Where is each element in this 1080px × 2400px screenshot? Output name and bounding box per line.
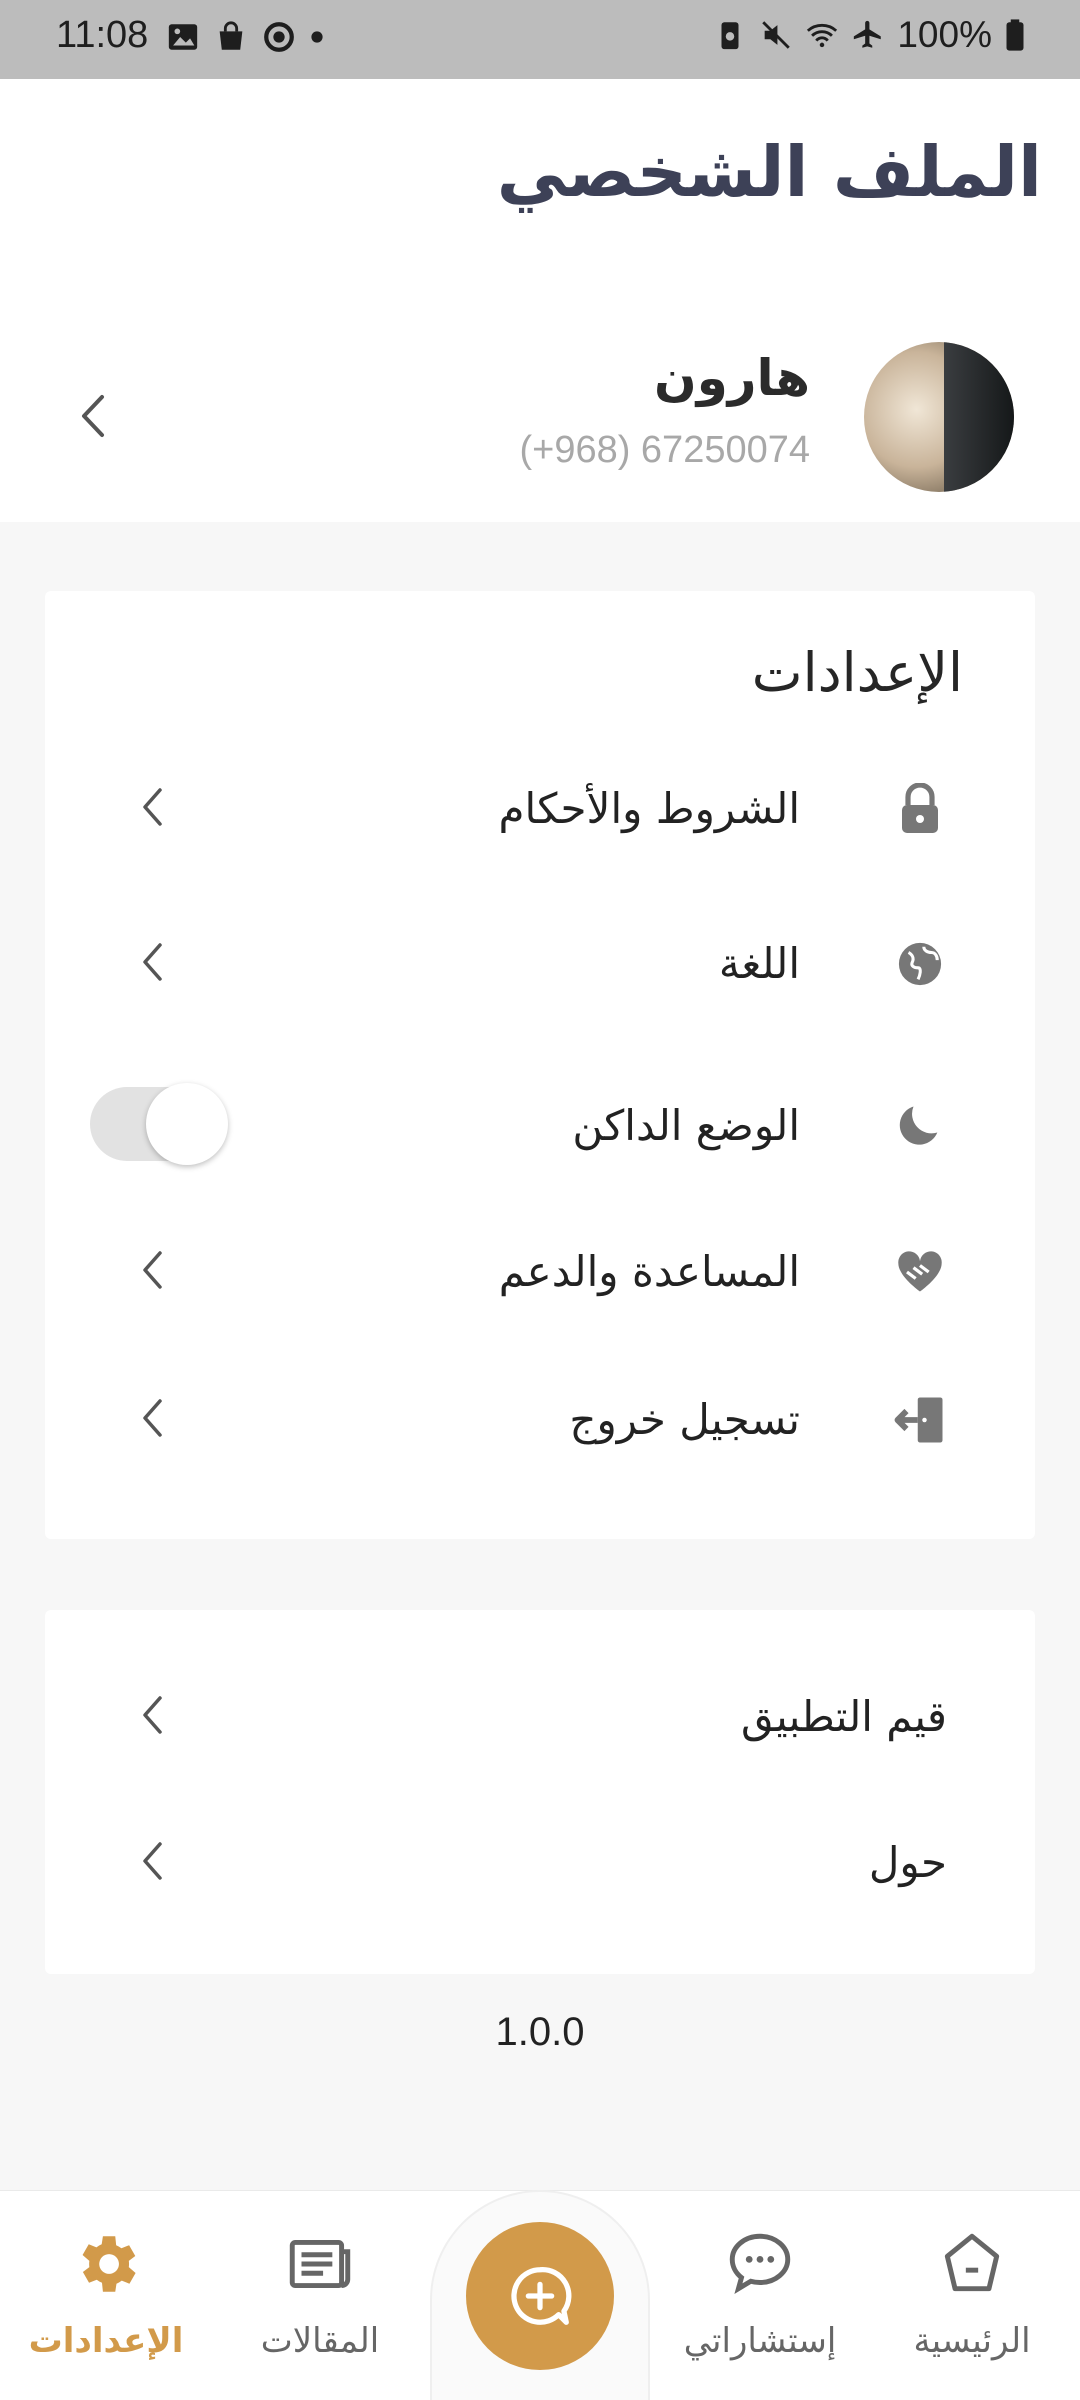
chevron-left-icon xyxy=(143,788,162,826)
chevron-left-icon xyxy=(143,943,162,981)
settings-item-terms[interactable]: الشروط والأحكام xyxy=(45,748,1035,868)
home-icon xyxy=(944,2233,1000,2292)
settings-item-label: اللغة xyxy=(718,939,800,988)
gear-icon xyxy=(82,2236,136,2292)
dot-icon xyxy=(311,31,323,43)
status-right: 100% xyxy=(713,14,1026,56)
settings-card: الإعدادات الشروط والأحكام اللغة الوضع ال… xyxy=(45,591,1035,1539)
logout-icon xyxy=(893,1393,947,1447)
about-item-about[interactable]: حول xyxy=(45,1802,1035,1922)
nav-item-settings[interactable]: الإعدادات xyxy=(6,2191,206,2400)
chevron-left-icon xyxy=(143,1399,162,1437)
battery-icon xyxy=(1006,19,1024,51)
settings-item-dark-mode: الوضع الداكن xyxy=(45,1065,1035,1185)
airplane-icon xyxy=(854,20,882,48)
status-left-icons xyxy=(166,20,324,54)
globe-icon xyxy=(893,937,947,991)
handshake-heart-icon xyxy=(893,1245,947,1299)
profile-name: هارون xyxy=(654,349,810,407)
chevron-left-icon xyxy=(143,1696,162,1734)
sync-icon xyxy=(264,22,294,52)
settings-item-language[interactable]: اللغة xyxy=(45,903,1035,1023)
about-card: قيم التطبيق حول xyxy=(45,1610,1035,1974)
newspaper-icon xyxy=(289,2239,351,2289)
wifi-icon xyxy=(807,23,838,48)
profile-header: الملف الشخصي هارون (+968) 67250074 xyxy=(0,79,1080,522)
battery-percent: 100% xyxy=(897,14,992,55)
moon-icon xyxy=(893,1099,947,1153)
profile-phone: (+968) 67250074 xyxy=(519,429,810,471)
app-version: 1.0.0 xyxy=(495,2010,585,2054)
status-bar: 11:08 100% xyxy=(0,0,1080,79)
about-item-label: قيم التطبيق xyxy=(740,1692,947,1741)
about-item-label: حول xyxy=(868,1838,947,1887)
settings-item-label: تسجيل خروج xyxy=(569,1395,800,1444)
page-title: الملف الشخصي xyxy=(496,131,1042,213)
chat-bubble-icon xyxy=(729,2233,791,2294)
settings-section-title: الإعدادات xyxy=(751,641,963,704)
settings-item-label: الوضع الداكن xyxy=(572,1101,800,1150)
bag-icon xyxy=(219,21,243,50)
nav-item-consultations[interactable]: إستشاراتي xyxy=(660,2191,860,2400)
nav-item-articles[interactable]: المقالات xyxy=(220,2191,420,2400)
status-time: 11:08 xyxy=(56,14,149,56)
battery-saver-icon xyxy=(721,22,739,50)
nav-label: الرئيسية xyxy=(913,2321,1031,2361)
dark-mode-toggle[interactable] xyxy=(90,1083,228,1165)
add-chat-icon xyxy=(511,2267,572,2325)
about-item-rate-app[interactable]: قيم التطبيق xyxy=(45,1656,1035,1776)
settings-item-help-support[interactable]: المساعدة والدعم xyxy=(45,1211,1035,1331)
nav-label: المقالات xyxy=(260,2321,380,2361)
lock-icon xyxy=(893,782,947,836)
mute-icon xyxy=(762,21,791,49)
image-icon xyxy=(168,24,198,50)
settings-item-logout[interactable]: تسجيل خروج xyxy=(45,1359,1035,1479)
settings-item-label: المساعدة والدعم xyxy=(498,1247,800,1296)
avatar[interactable] xyxy=(864,342,1014,492)
nav-label: إستشاراتي xyxy=(683,2321,837,2361)
new-consultation-button[interactable] xyxy=(466,2222,614,2370)
chevron-left-icon xyxy=(143,1251,162,1289)
settings-item-label: الشروط والأحكام xyxy=(498,784,800,833)
profile-chevron-icon[interactable] xyxy=(78,393,108,439)
chevron-left-icon xyxy=(143,1842,162,1880)
nav-label: الإعدادات xyxy=(28,2321,184,2361)
nav-item-home[interactable]: الرئيسية xyxy=(872,2191,1072,2400)
